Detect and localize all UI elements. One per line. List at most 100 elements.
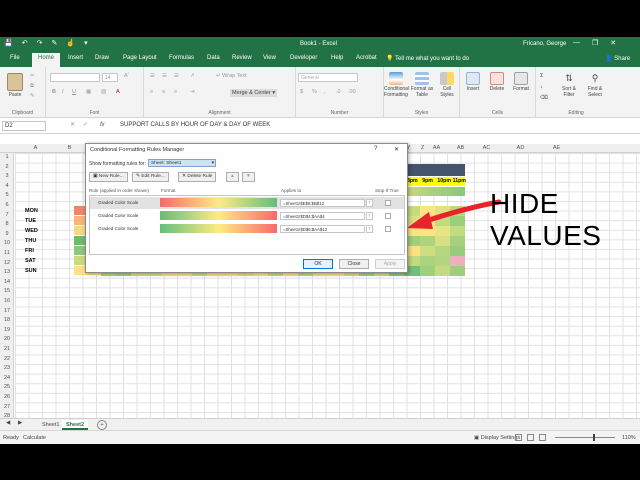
column-header[interactable]: AA <box>432 145 441 151</box>
row-header[interactable]: 14 <box>0 279 14 285</box>
hour-label[interactable]: 11pm <box>453 178 466 184</box>
rule-row[interactable]: Graded Color Scale =Sheet1!$D$6:$AA$12 ↑ <box>90 223 404 235</box>
save-icon[interactable]: 💾 <box>4 40 13 48</box>
fill-color-icon[interactable]: ▧ <box>101 89 106 95</box>
rule-row[interactable]: Graded Color Scale =Sheet1!$E$6:$B$12 ↑ <box>90 197 404 209</box>
row-header[interactable]: 23 <box>0 365 14 371</box>
undo-icon[interactable]: ↶ <box>22 40 28 48</box>
share-button[interactable]: 👤 Share <box>605 55 630 62</box>
range-picker-icon[interactable]: ↑ <box>366 212 373 220</box>
heatmap-cell[interactable] <box>419 246 435 256</box>
column-header[interactable]: AB <box>456 145 465 151</box>
heatmap-cell[interactable] <box>434 246 450 256</box>
row-header[interactable]: 7 <box>0 212 14 218</box>
row-header[interactable]: 1 <box>0 154 14 160</box>
heatmap-cell[interactable] <box>434 236 450 246</box>
paintbrush-icon[interactable]: ✎ <box>51 40 57 48</box>
tab-acrobat[interactable]: Acrobat <box>356 55 377 61</box>
move-up-button[interactable]: ▲ <box>226 172 239 182</box>
day-label[interactable]: MON <box>25 208 38 214</box>
scroll-right-icon[interactable]: ▶ <box>18 420 22 426</box>
apply-button[interactable]: Apply <box>375 259 405 269</box>
row-header[interactable]: 18 <box>0 317 14 323</box>
row-header[interactable]: 3 <box>0 173 14 179</box>
stop-if-true-checkbox[interactable] <box>385 200 391 206</box>
row-header[interactable]: 10 <box>0 240 14 246</box>
page-layout-view-icon[interactable] <box>527 434 534 441</box>
delete-rule-button[interactable]: ✕ Delete Rule <box>178 172 217 182</box>
row-header[interactable]: 2 <box>0 164 14 170</box>
grow-font-icon[interactable]: Aˆ <box>124 73 130 79</box>
row-header[interactable]: 25 <box>0 384 14 390</box>
tab-review[interactable]: Review <box>232 55 252 61</box>
delete-cells-button[interactable]: Delete <box>486 72 508 92</box>
normal-view-icon[interactable] <box>515 434 522 441</box>
indent-icon[interactable]: ⇥ <box>190 89 195 95</box>
row-header[interactable]: 21 <box>0 346 14 352</box>
day-label[interactable]: TUE <box>25 218 36 224</box>
cell-styles-button[interactable]: Cell Styles <box>436 72 458 98</box>
rule-row[interactable]: Graded Color Scale =Sheet1!$D$4:$AA$4 ↑ <box>90 210 404 222</box>
heatmap-cell[interactable] <box>434 256 450 266</box>
sheet-tab-sheet2[interactable]: Sheet2 <box>62 420 89 430</box>
range-picker-icon[interactable]: ↑ <box>366 199 373 207</box>
day-label[interactable]: SAT <box>25 258 36 264</box>
day-label[interactable]: WED <box>25 228 38 234</box>
stop-if-true-checkbox[interactable] <box>385 226 391 232</box>
align-top-icon[interactable]: ☰ <box>150 73 155 79</box>
redo-icon[interactable]: ↷ <box>37 40 43 48</box>
align-left-icon[interactable]: ≡ <box>150 89 153 95</box>
heatmap-cell[interactable] <box>419 266 435 276</box>
add-sheet-icon[interactable]: + <box>97 420 107 430</box>
tab-file[interactable]: File <box>10 55 20 61</box>
row-header[interactable]: 5 <box>0 192 14 198</box>
row-header[interactable]: 12 <box>0 260 14 266</box>
heatmap-cell[interactable] <box>449 256 466 266</box>
row-header[interactable]: 8 <box>0 221 14 227</box>
copy-icon[interactable]: ⧉ <box>30 83 34 90</box>
row-header[interactable]: 9 <box>0 231 14 237</box>
heatmap-cell[interactable] <box>449 246 466 256</box>
column-header[interactable]: A <box>31 145 40 151</box>
autosum-icon[interactable]: Σ <box>540 73 543 79</box>
row-header[interactable]: 6 <box>0 202 14 208</box>
row-header[interactable]: 15 <box>0 288 14 294</box>
tab-page-layout[interactable]: Page Layout <box>123 55 157 61</box>
dialog-close-icon[interactable]: ✕ <box>394 146 399 153</box>
row-header[interactable]: 4 <box>0 183 14 189</box>
hour-label[interactable]: 10pm <box>437 178 451 184</box>
column-header[interactable]: B <box>65 145 74 151</box>
fill-icon[interactable]: ↓ <box>540 84 543 90</box>
touch-icon[interactable]: ☝ <box>66 40 75 48</box>
column-header[interactable]: AC <box>482 145 491 151</box>
day-label[interactable]: SUN <box>25 268 37 274</box>
close-icon[interactable]: ✕ <box>610 39 616 47</box>
tab-help[interactable]: Help <box>331 55 343 61</box>
tab-developer[interactable]: Developer <box>290 55 317 61</box>
heatmap-cell[interactable] <box>449 236 466 246</box>
increase-decimal-icon[interactable]: .0 <box>336 89 341 95</box>
tab-formulas[interactable]: Formulas <box>169 55 194 61</box>
customize-icon[interactable]: ▾ <box>84 40 88 48</box>
tab-data[interactable]: Data <box>207 55 220 61</box>
move-down-button[interactable]: ▼ <box>242 172 255 182</box>
row-header[interactable]: 19 <box>0 327 14 333</box>
format-painter-icon[interactable]: ✎ <box>30 93 35 99</box>
row-header[interactable]: 20 <box>0 336 14 342</box>
name-box[interactable]: D2 <box>2 121 46 131</box>
percent-icon[interactable]: % <box>312 89 317 95</box>
tab-home[interactable]: Home <box>32 53 61 67</box>
font-size-input[interactable]: 14 <box>102 73 118 82</box>
row-header[interactable]: 26 <box>0 394 14 400</box>
currency-icon[interactable]: $ <box>300 89 303 95</box>
ok-button[interactable]: OK <box>303 259 333 269</box>
edit-rule-button[interactable]: ✎ Edit Rule... <box>132 172 169 182</box>
align-middle-icon[interactable]: ☰ <box>162 73 167 79</box>
heatmap-cell[interactable] <box>419 256 435 266</box>
range-picker-icon[interactable]: ↑ <box>366 225 373 233</box>
insert-cells-button[interactable]: Insert <box>462 72 484 92</box>
display-settings-button[interactable]: ▣ Display Settings <box>474 435 520 441</box>
zoom-level[interactable]: 110% <box>622 435 636 441</box>
rule-applies-input[interactable]: =Sheet1!$E$6:$B$12 <box>280 199 365 207</box>
insert-function-icon[interactable]: fx <box>100 122 105 128</box>
